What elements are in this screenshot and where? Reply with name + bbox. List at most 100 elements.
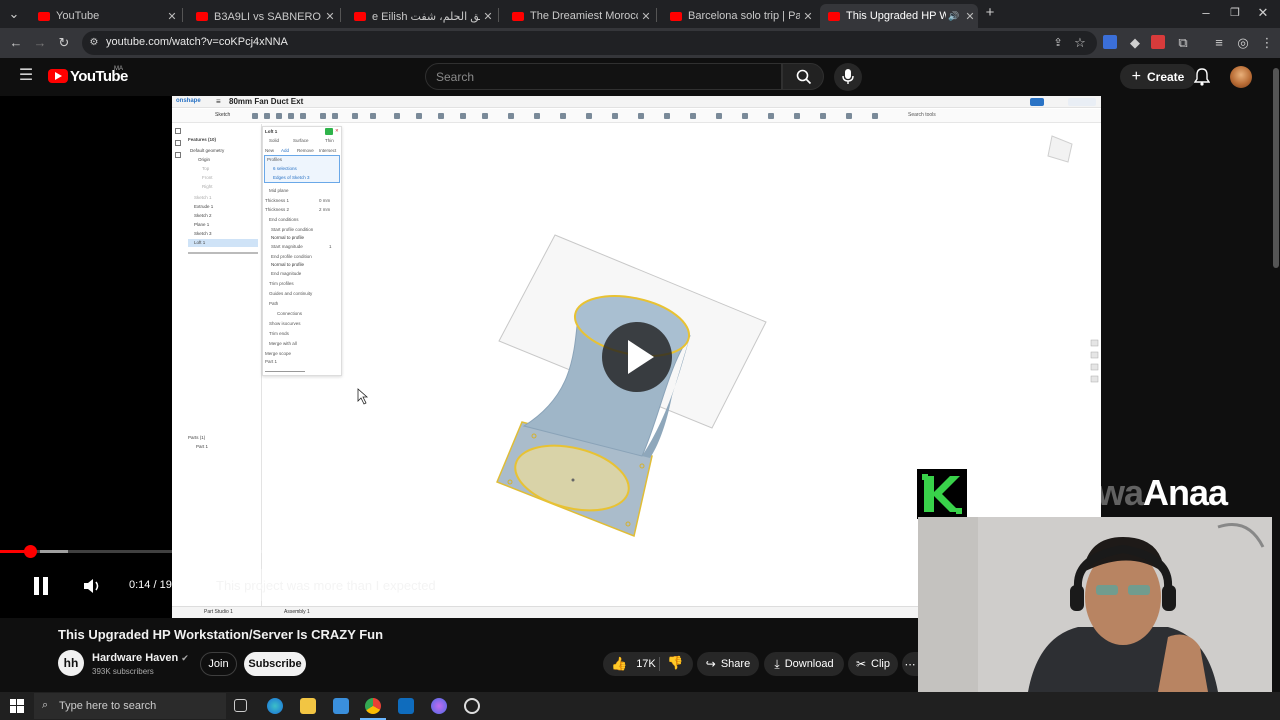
window-close-icon[interactable]: ✕ xyxy=(1255,5,1271,21)
maximize-icon[interactable]: ❐ xyxy=(1227,5,1243,21)
search-button[interactable] xyxy=(782,63,824,90)
channel-name-text[interactable]: Hardware Haven xyxy=(92,652,178,664)
app-icon[interactable] xyxy=(464,698,480,714)
tab-separator xyxy=(182,8,183,22)
taskbar-search-input[interactable]: ⌕ Type here to search xyxy=(34,693,226,719)
tab-search-icon[interactable]: ⌄ xyxy=(6,6,22,22)
close-icon[interactable]: ✕ xyxy=(480,10,496,23)
task-view-icon[interactable] xyxy=(234,699,247,712)
progress-scrubber[interactable] xyxy=(24,545,37,558)
volume-icon[interactable] xyxy=(83,578,101,594)
chrome-menu-icon[interactable]: ⋮ xyxy=(1259,35,1275,51)
search-icon xyxy=(796,69,812,85)
youtube-favicon-icon xyxy=(670,11,682,21)
address-bar[interactable]: ⚙ youtube.com/watch?v=coKPcj4xNNA ⇪ ☆ xyxy=(82,31,1097,55)
more-actions-button[interactable]: ⋯ xyxy=(902,652,918,676)
close-icon[interactable]: ✕ xyxy=(164,10,180,23)
player-letterbox xyxy=(0,96,172,618)
subscribe-button[interactable]: Subscribe xyxy=(244,652,306,676)
minimize-icon[interactable]: – xyxy=(1198,5,1214,21)
forward-icon[interactable]: → xyxy=(32,35,48,51)
download-icon: ⤓ xyxy=(774,656,780,671)
bookmark-star-icon[interactable]: ☆ xyxy=(1072,35,1088,51)
avatar[interactable] xyxy=(1230,66,1252,88)
share-label: Share xyxy=(720,658,751,670)
extensions-puzzle-icon[interactable]: ⧉ xyxy=(1175,35,1191,51)
install-app-icon[interactable]: ⇪ xyxy=(1050,35,1066,51)
edge-browser-icon[interactable] xyxy=(267,698,283,714)
viewport-icon xyxy=(1090,339,1099,347)
taskbar-search-icon: ⌕ xyxy=(42,699,49,711)
like-dislike-group: 👍 17K 👎 xyxy=(603,652,693,676)
chevron-right-icon: › xyxy=(461,577,466,592)
channel-avatar[interactable]: hh xyxy=(58,650,84,676)
page-scrollbar[interactable] xyxy=(1272,58,1280,692)
extension-icon[interactable]: ◆ xyxy=(1127,35,1143,51)
clip-label: Clip xyxy=(871,658,890,670)
close-icon[interactable]: ✕ xyxy=(800,10,816,23)
url-text[interactable]: youtube.com/watch?v=coKPcj4xNNA xyxy=(106,36,288,48)
new-tab-button[interactable]: + xyxy=(982,5,998,21)
tab-separator xyxy=(656,8,657,22)
create-button[interactable]: + Create xyxy=(1120,64,1196,89)
outlook-icon[interactable] xyxy=(398,698,414,714)
scrollbar-thumb[interactable] xyxy=(1273,68,1279,268)
browser-tab[interactable]: YouTube ✕ xyxy=(30,4,180,28)
reload-icon[interactable]: ↻ xyxy=(56,35,72,51)
profile-icon[interactable]: ◎ xyxy=(1235,35,1251,51)
webcam-image xyxy=(918,517,1280,692)
translate-extension-icon[interactable] xyxy=(1103,35,1117,49)
like-count[interactable]: 17K xyxy=(636,658,656,670)
youtube-logo-icon[interactable] xyxy=(48,69,68,83)
back-icon[interactable]: ← xyxy=(8,35,24,51)
channel-name[interactable]: Hardware Haven ✔ xyxy=(92,652,189,664)
streamer-brand-overlay: DirtyHowaAnaa xyxy=(917,469,1280,519)
play-icon xyxy=(628,340,654,374)
copilot-icon[interactable] xyxy=(431,698,447,714)
clip-button[interactable]: ✂ Clip xyxy=(848,652,898,676)
tab-separator xyxy=(498,8,499,22)
thumbs-down-icon[interactable]: 👎 xyxy=(667,655,683,671)
taskbar-search-placeholder: Type here to search xyxy=(59,700,157,712)
windows-start-icon[interactable] xyxy=(10,699,24,713)
download-button[interactable]: ⤓ Download xyxy=(764,652,844,676)
tab-label: B3A9LI vs SABNERO : ج للأحداث xyxy=(214,10,322,23)
time-display: 0:14 / 19:57 xyxy=(129,579,188,591)
chapter-title-button[interactable]: This project was more than I expected › xyxy=(204,569,474,601)
tab-separator xyxy=(340,8,341,22)
microsoft-store-icon[interactable] xyxy=(333,698,349,714)
microphone-icon xyxy=(842,69,854,84)
search-input[interactable]: Search xyxy=(425,63,782,90)
close-icon[interactable]: ✕ xyxy=(962,10,978,23)
browser-tab[interactable]: e Eilish أخيراً تحقق الحلم، شفت ✕ xyxy=(346,4,496,28)
browser-tab[interactable]: The Dreamiest Moroccan Gatew ✕ xyxy=(504,4,654,28)
extension-red-icon[interactable] xyxy=(1151,35,1165,49)
media-controls-icon[interactable]: ≡ xyxy=(1211,35,1227,51)
close-icon[interactable]: ✕ xyxy=(638,10,654,23)
share-button[interactable]: ↪ Share xyxy=(697,652,759,676)
thumbs-up-icon[interactable]: 👍 xyxy=(611,656,627,672)
cad-bottom-tab: Assembly 1 xyxy=(284,609,310,615)
close-icon[interactable]: ✕ xyxy=(322,10,338,23)
notifications-bell-icon[interactable] xyxy=(1194,68,1210,86)
voice-search-button[interactable] xyxy=(834,63,862,91)
chapter-title: This project was more than I expected xyxy=(216,577,436,593)
chrome-taskbar-icon[interactable] xyxy=(365,698,381,714)
pause-button[interactable] xyxy=(33,577,49,595)
tab-label: Barcelona solo trip | Part 1 - Yo xyxy=(688,10,800,22)
browser-tab[interactable]: B3A9LI vs SABNERO : ج للأحداث ✕ xyxy=(188,4,338,28)
browser-toolbar: ← → ↻ ⚙ youtube.com/watch?v=coKPcj4xNNA … xyxy=(0,28,1280,58)
tab-label: This Upgraded HP Workstat xyxy=(846,10,946,22)
big-play-button[interactable] xyxy=(602,322,672,392)
plus-icon: + xyxy=(1131,67,1141,85)
progress-bar[interactable] xyxy=(0,545,918,558)
site-info-icon[interactable]: ⚙ xyxy=(86,35,102,51)
browser-tab-active[interactable]: This Upgraded HP Workstat 🔊 ✕ xyxy=(820,4,978,28)
browser-tab[interactable]: Barcelona solo trip | Part 1 - Yo ✕ xyxy=(662,4,816,28)
file-explorer-icon[interactable] xyxy=(300,698,316,714)
join-button[interactable]: Join xyxy=(200,652,237,676)
hamburger-menu-icon[interactable]: ☰ xyxy=(17,68,35,84)
player-controls: 0:14 / 19:57 This project was more than … xyxy=(0,565,918,605)
tab-audio-icon[interactable]: 🔊 xyxy=(946,11,962,22)
create-label: Create xyxy=(1146,69,1185,84)
